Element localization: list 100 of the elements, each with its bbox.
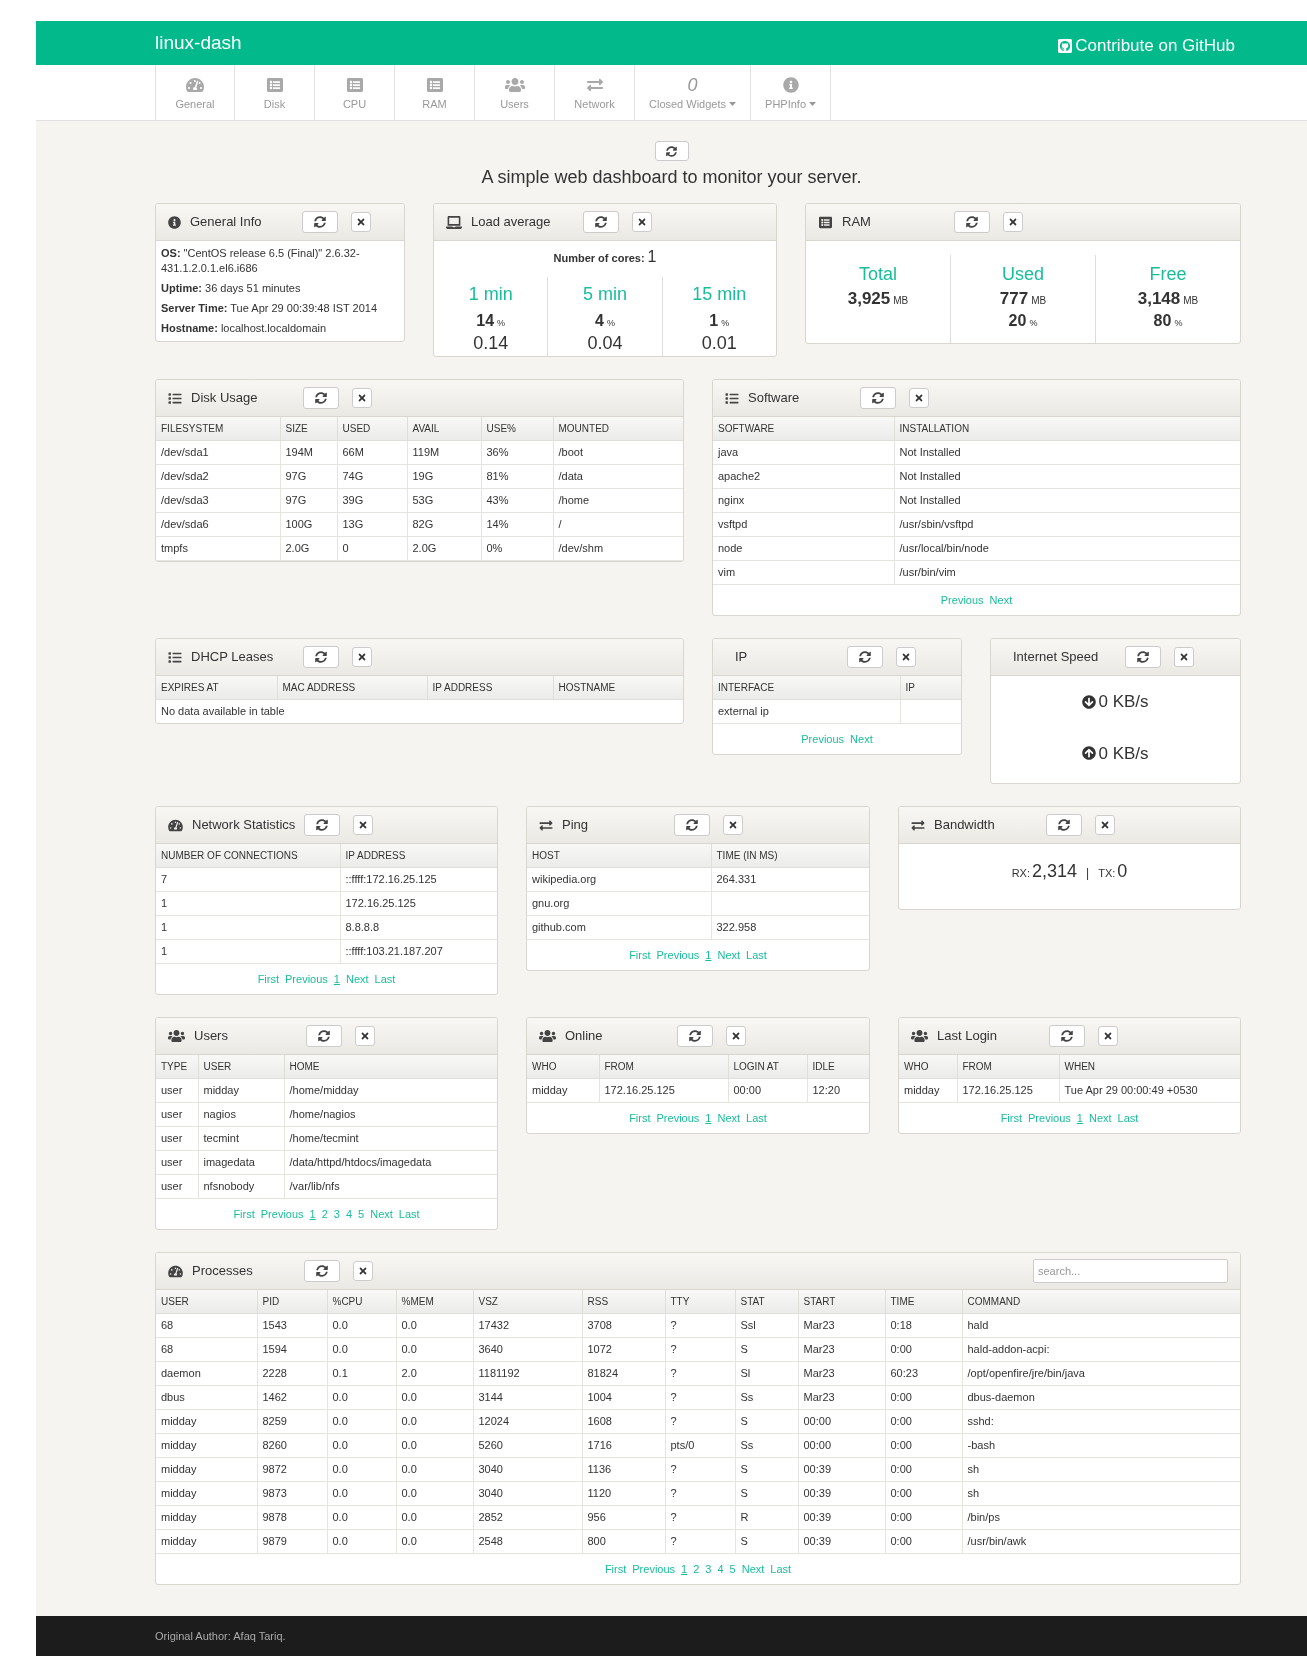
table-cell: 956 [582,1505,665,1529]
close-button[interactable] [1003,212,1023,232]
close-button[interactable] [632,212,652,232]
pagination-link[interactable]: Previous [940,591,984,608]
close-button[interactable] [1174,647,1194,667]
table-cell: 3640 [473,1337,582,1361]
pagination-link[interactable]: Next [345,970,369,987]
table-cell: 81824 [582,1361,665,1385]
table-cell: Ss [735,1433,798,1457]
pagination-link[interactable]: 1 [681,1560,688,1577]
refresh-button[interactable] [306,1025,342,1047]
pagination-link[interactable]: Next [989,591,1013,608]
pagination-link[interactable]: 3 [705,1560,712,1577]
pagination-link[interactable]: 5 [729,1560,736,1577]
table-cell: /home/midday [284,1078,497,1102]
pagination-link[interactable]: Last [398,1205,420,1222]
pagination-link[interactable]: Previous [632,1560,676,1577]
pagination-link[interactable]: Previous [656,1109,700,1126]
close-button[interactable] [723,815,743,835]
pagination-link[interactable]: Next [850,730,873,747]
refresh-button[interactable] [304,1260,340,1282]
pagination-link[interactable]: Next [717,1109,741,1126]
table-cell: Sl [735,1361,798,1385]
refresh-icon [1058,819,1070,831]
pagination-link[interactable]: 2 [693,1560,700,1577]
refresh-button[interactable] [677,1025,713,1047]
refresh-button[interactable] [302,211,338,233]
nav-tab[interactable]: General [155,65,235,120]
pagination-link[interactable]: First [629,1109,651,1126]
pagination-link[interactable]: 1 [705,946,712,963]
pagination-link[interactable]: 4 [345,1205,353,1222]
pagination-link[interactable]: First [257,970,279,987]
pagination-link[interactable]: Previous [801,730,845,747]
refresh-button[interactable] [860,387,896,409]
close-button[interactable] [1095,815,1115,835]
ram-value: 777 MB [999,288,1047,310]
pagination-link[interactable]: First [604,1560,627,1577]
refresh-button[interactable] [1046,814,1082,836]
pagination-link[interactable]: First [629,946,651,963]
close-button[interactable] [352,388,372,408]
pagination-link[interactable]: Last [770,1560,792,1577]
pagination-link[interactable]: Next [1088,1109,1112,1126]
refresh-button[interactable] [954,211,990,233]
pagination-link[interactable]: 2 [321,1205,328,1222]
caret-icon [729,102,737,106]
pagination-link[interactable]: First [1000,1109,1022,1126]
pagination-link[interactable]: 1 [1076,1109,1083,1126]
pagination-link[interactable]: 5 [358,1205,365,1222]
table-cell: -bash [962,1433,1240,1457]
pagination-link[interactable]: Last [1117,1109,1139,1126]
table-cell: ? [665,1361,735,1385]
table-cell: github.com [527,915,711,939]
pagination-link[interactable]: Next [717,946,741,963]
pagination-link[interactable]: 1 [309,1205,316,1222]
table-cell: 322.958 [711,915,869,939]
table-cell: 60:23 [885,1361,962,1385]
refresh-button[interactable] [674,814,710,836]
refresh-button[interactable] [1049,1025,1085,1047]
close-button[interactable] [355,1026,375,1046]
refresh-button[interactable] [304,814,340,836]
pagination-link[interactable]: 1 [705,1109,712,1126]
table-cell: /boot [553,440,683,464]
pagination-link[interactable]: Last [746,1109,767,1126]
search-field[interactable]: search... [1033,1259,1228,1283]
table-cell: /home [553,488,683,512]
close-button[interactable] [353,1261,373,1281]
close-button[interactable] [909,388,929,408]
pagination-link[interactable]: First [233,1205,255,1222]
close-button[interactable] [352,647,372,667]
refresh-button[interactable] [583,211,619,233]
close-button[interactable] [726,1026,746,1046]
gauge-icon [186,76,204,93]
pagination-link[interactable]: Previous [1028,1109,1071,1126]
pagination-link[interactable]: Next [741,1560,765,1577]
pagination-link[interactable]: Last [746,946,767,963]
pagination-link[interactable]: Previous [285,970,328,987]
table-cell: 0.0 [396,1409,473,1433]
github-link[interactable]: Contribute on GitHub [1057,33,1235,59]
close-button[interactable] [896,647,916,667]
pagination-link[interactable]: Last [374,970,396,987]
refresh-button[interactable] [1125,646,1161,668]
refresh-icon [1061,1030,1073,1042]
users-icon [504,76,525,93]
column-header: %MEM [396,1290,473,1313]
refresh-button[interactable] [654,141,689,161]
pagination-link[interactable]: 1 [333,970,340,987]
pagination-link[interactable]: Previous [656,946,700,963]
pagination-link[interactable]: Previous [260,1205,304,1222]
pagination-link[interactable]: 3 [333,1205,340,1222]
refresh-button[interactable] [303,646,339,668]
table-cell: ? [665,1409,735,1433]
pagination-link[interactable]: 4 [717,1560,724,1577]
pagination-link[interactable]: Next [370,1205,393,1222]
close-button[interactable] [353,815,373,835]
table-cell: 43% [481,488,553,512]
close-button[interactable] [1098,1026,1118,1046]
table-cell: 3040 [473,1457,582,1481]
close-button[interactable] [351,212,371,232]
refresh-button[interactable] [303,387,339,409]
refresh-button[interactable] [847,646,883,668]
